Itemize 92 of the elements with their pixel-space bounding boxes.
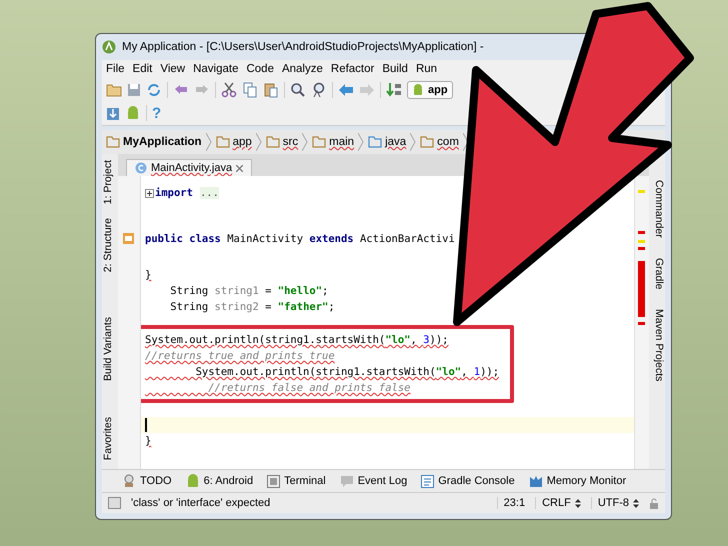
menu-item[interactable]: File bbox=[106, 63, 125, 75]
status-message: 'class' or 'interface' expected bbox=[131, 497, 272, 509]
encoding-selector[interactable]: UTF-8 bbox=[590, 497, 639, 509]
search-icon[interactable] bbox=[290, 82, 306, 98]
tool-window-tab[interactable]: Favorites bbox=[102, 416, 118, 460]
folder-icon bbox=[266, 136, 280, 148]
fold-icon[interactable] bbox=[145, 188, 154, 198]
run-configuration-dropdown[interactable]: app bbox=[407, 81, 453, 99]
menu-item[interactable]: Build bbox=[382, 63, 408, 75]
menu-item[interactable]: Edit bbox=[132, 63, 152, 75]
chevron-icon bbox=[358, 133, 364, 151]
code-line: String string2 = "father"; bbox=[169, 300, 335, 315]
up-down-arrows-icon bbox=[574, 498, 581, 508]
folder-icon bbox=[216, 136, 230, 148]
tool-window-tab[interactable]: 1: Project bbox=[102, 160, 118, 204]
chevron-icon bbox=[206, 133, 212, 151]
folder-icon bbox=[368, 136, 382, 148]
breadcrumb-item[interactable]: MyApplication bbox=[106, 136, 202, 148]
error-stripe-marker[interactable] bbox=[638, 261, 645, 317]
code-line: //returns true and prints true bbox=[145, 349, 335, 364]
cursor-position[interactable]: 23:1 bbox=[496, 497, 526, 509]
code-line: System.out.println(string1.startsWith("lo", 1)); bbox=[194, 365, 500, 380]
error-stripe-marker[interactable] bbox=[638, 247, 645, 250]
panel-toggle-icon[interactable] bbox=[108, 497, 121, 509]
close-icon[interactable] bbox=[236, 164, 244, 172]
tool-window-tab[interactable]: Maven Projects bbox=[649, 309, 665, 382]
code-line: } bbox=[145, 268, 152, 283]
lock-icon[interactable] bbox=[649, 498, 659, 508]
code-line: System.out.println(string1.startsWith("lo", 3)); bbox=[145, 333, 448, 348]
tool-window-tab[interactable]: 2: Structure bbox=[102, 218, 118, 273]
breadcrumb-item[interactable]: app bbox=[216, 136, 252, 148]
tool-window-tab[interactable]: Gradle Console bbox=[421, 474, 515, 488]
back-arrow-icon[interactable] bbox=[338, 83, 354, 97]
tool-window-tab[interactable]: 6: Android bbox=[186, 474, 254, 488]
replace-icon[interactable] bbox=[311, 82, 327, 98]
document-icon bbox=[421, 474, 434, 488]
menu-item[interactable]: Refactor bbox=[330, 63, 374, 75]
person-icon bbox=[122, 474, 136, 488]
text-cursor bbox=[145, 418, 147, 432]
tool-window-tab[interactable]: Commander bbox=[649, 180, 665, 238]
tool-window-tab[interactable]: Event Log bbox=[340, 474, 408, 488]
editor-tab[interactable]: MainActivity.java bbox=[126, 159, 252, 176]
folder-icon bbox=[106, 136, 120, 148]
up-down-arrows-icon bbox=[633, 498, 639, 508]
code-line: } bbox=[145, 434, 152, 449]
window-title: My Application - [C:\Users\User\AndroidStudioProjects\MyApplication] - bbox=[122, 41, 484, 53]
warning-stripe-marker[interactable] bbox=[638, 190, 645, 193]
android-icon[interactable] bbox=[125, 105, 141, 121]
make-project-icon[interactable] bbox=[386, 82, 402, 98]
menu-item[interactable]: Run bbox=[416, 63, 438, 75]
speech-bubble-icon bbox=[340, 474, 354, 488]
android-icon bbox=[186, 474, 200, 488]
app-logo-icon bbox=[102, 40, 116, 54]
redo-icon[interactable] bbox=[194, 83, 210, 97]
scissors-icon[interactable] bbox=[221, 82, 237, 98]
sdk-download-icon[interactable] bbox=[106, 105, 120, 121]
chevron-icon bbox=[410, 133, 416, 151]
tool-window-tab[interactable]: Memory Monitor bbox=[528, 475, 626, 487]
paste-icon[interactable] bbox=[263, 82, 279, 98]
breadcrumb-item[interactable]: main bbox=[312, 136, 354, 148]
chevron-icon bbox=[302, 133, 308, 151]
breadcrumb-item[interactable]: com bbox=[420, 136, 459, 148]
tool-window-tab[interactable]: Gradle bbox=[649, 258, 665, 290]
save-icon[interactable] bbox=[127, 83, 141, 97]
menu-item[interactable]: Analyze bbox=[282, 63, 323, 75]
error-stripe-marker[interactable] bbox=[638, 231, 645, 234]
tool-window-tab[interactable]: TODO bbox=[122, 474, 172, 488]
tool-window-tab[interactable]: Build Variants bbox=[102, 316, 118, 381]
folder-icon bbox=[312, 136, 326, 148]
menu-item[interactable]: View bbox=[160, 63, 186, 75]
breadcrumb-item[interactable]: src bbox=[266, 136, 298, 148]
code-line: String string1 = "hello"; bbox=[169, 284, 328, 299]
code-line: import ... bbox=[155, 186, 219, 201]
breadcrumb-item[interactable]: java bbox=[368, 136, 406, 148]
code-line: public class MainActivity extends ActionBarActivi bbox=[145, 232, 455, 247]
menu-item[interactable]: Code bbox=[246, 63, 274, 75]
error-stripe-marker[interactable] bbox=[638, 322, 645, 325]
warning-stripe-marker[interactable] bbox=[638, 240, 645, 243]
line-separator-selector[interactable]: CRLF bbox=[535, 497, 581, 509]
chevron-icon bbox=[256, 133, 262, 151]
terminal-icon bbox=[267, 474, 280, 488]
class-icon bbox=[135, 162, 147, 174]
android-icon bbox=[411, 83, 425, 97]
folder-icon[interactable] bbox=[106, 83, 122, 97]
folder-icon bbox=[420, 136, 434, 148]
menu-item[interactable]: Navigate bbox=[193, 63, 238, 75]
chevron-icon bbox=[462, 133, 469, 151]
class-marker-icon bbox=[123, 233, 134, 244]
code-line: //returns false and prints false bbox=[207, 381, 411, 396]
sync-icon[interactable] bbox=[146, 82, 162, 98]
copy-icon[interactable] bbox=[242, 82, 258, 98]
tool-window-tab[interactable]: Terminal bbox=[267, 474, 326, 488]
